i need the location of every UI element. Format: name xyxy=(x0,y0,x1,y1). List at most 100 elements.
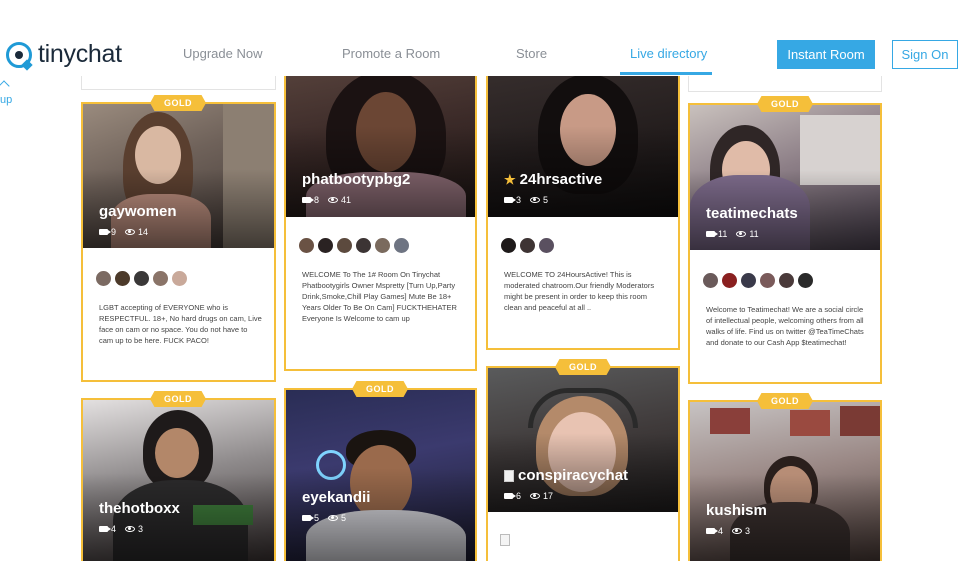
viewer-count: 11 xyxy=(749,229,759,239)
room-stats: 11 11 xyxy=(706,229,759,239)
eye-icon xyxy=(328,197,339,203)
room-thumbnail[interactable]: ★ 24hrsactive 3 5 xyxy=(488,52,678,217)
room-card-thehotboxx[interactable]: thehotboxx 4 3 xyxy=(81,398,276,561)
tinychat-logo[interactable]: tinychat xyxy=(6,40,122,69)
room-thumbnail[interactable]: teatimechats 11 11 xyxy=(690,105,880,250)
room-stats: 5 5 xyxy=(302,513,346,523)
eye-icon xyxy=(736,231,747,237)
viewer-count: 3 xyxy=(745,526,751,536)
active-tab-indicator xyxy=(620,72,712,75)
eye-icon xyxy=(732,528,743,534)
eye-icon xyxy=(328,515,339,521)
room-stats: 9 14 xyxy=(99,227,148,237)
viewer-count: 41 xyxy=(341,195,352,205)
avatar xyxy=(393,237,410,254)
gold-badge: GOLD xyxy=(150,95,206,111)
viewer-count: 5 xyxy=(543,195,549,205)
tinychat-logo-icon xyxy=(6,41,32,68)
room-stats: 3 5 xyxy=(504,195,548,205)
avatar xyxy=(721,272,738,289)
camera-icon xyxy=(99,526,111,532)
camera-icon xyxy=(504,197,516,203)
cam-count: 4 xyxy=(111,524,117,534)
eye-icon xyxy=(125,229,136,235)
avatar xyxy=(519,237,536,254)
nav-upgrade-now[interactable]: Upgrade Now xyxy=(183,46,263,61)
room-description: WELCOME TO 24HoursActive! This is modera… xyxy=(504,270,655,312)
room-name-text: 24hrsactive xyxy=(519,171,603,188)
camera-icon xyxy=(302,515,314,521)
cam-count: 4 xyxy=(718,526,724,536)
avatar xyxy=(133,270,150,287)
room-stats: 4 3 xyxy=(99,524,143,534)
avatar xyxy=(95,270,112,287)
room-thumbnail[interactable]: gaywomen 9 14 xyxy=(83,104,274,248)
avatar xyxy=(355,237,372,254)
avatar xyxy=(797,272,814,289)
room-card-phatbootypbg2[interactable]: phatbootypbg2 8 41 WELCOME To The 1# Roo… xyxy=(284,50,477,371)
avatar xyxy=(740,272,757,289)
room-thumbnail[interactable]: eyekandii 5 5 xyxy=(286,390,475,561)
room-description: LGBT accepting of EVERYONE who is RESPEC… xyxy=(99,303,262,345)
room-description: Welcome to Teatimechat! We are a social … xyxy=(706,305,864,347)
user-avatars xyxy=(500,237,557,254)
user-avatars xyxy=(298,237,412,254)
viewer-count: 5 xyxy=(341,513,347,523)
sidebar-up-label: up xyxy=(0,94,13,106)
room-thumbnail[interactable]: kushism 4 3 xyxy=(690,402,880,561)
camera-icon xyxy=(706,231,718,237)
viewer-count: 14 xyxy=(138,227,149,237)
nav-promote-a-room[interactable]: Promote a Room xyxy=(342,46,440,61)
avatar xyxy=(298,237,315,254)
broken-image-icon xyxy=(500,534,510,546)
room-name: phatbootypbg2 xyxy=(302,171,411,188)
viewer-count: 17 xyxy=(543,491,554,501)
avatar xyxy=(152,270,169,287)
avatar xyxy=(778,272,795,289)
cam-count: 6 xyxy=(516,491,522,501)
camera-icon xyxy=(99,229,111,235)
eye-icon xyxy=(530,197,541,203)
eye-icon xyxy=(125,526,136,532)
avatar xyxy=(317,237,334,254)
cam-count: 3 xyxy=(516,195,522,205)
room-thumbnail[interactable]: conspiracychat 6 17 xyxy=(488,368,678,512)
camera-icon xyxy=(504,493,516,499)
avatar xyxy=(374,237,391,254)
room-stats: 6 17 xyxy=(504,491,553,501)
room-card-kushism[interactable]: kushism 4 3 xyxy=(688,400,882,561)
room-thumbnail[interactable]: phatbootypbg2 8 41 xyxy=(286,52,475,217)
camera-icon xyxy=(302,197,314,203)
avatar xyxy=(702,272,719,289)
instant-room-button[interactable]: Instant Room xyxy=(777,40,875,69)
room-name: eyekandii xyxy=(302,489,371,506)
room-card-eyekandii[interactable]: eyekandii 5 5 xyxy=(284,388,477,561)
logo-text: tinychat xyxy=(38,40,122,68)
avatar xyxy=(538,237,555,254)
room-name: gaywomen xyxy=(99,203,177,220)
top-navigation-bar: tinychat Upgrade Now Promote a Room Stor… xyxy=(0,0,960,76)
cam-count: 9 xyxy=(111,227,117,237)
broken-image-icon xyxy=(504,469,514,482)
gold-badge: GOLD xyxy=(555,359,611,375)
avatar xyxy=(336,237,353,254)
sign-on-button[interactable]: Sign On xyxy=(892,40,958,69)
live-directory-page: tinychat Upgrade Now Promote a Room Stor… xyxy=(0,0,960,561)
room-card-conspiracychat[interactable]: conspiracychat 6 17 xyxy=(486,366,680,561)
gold-badge: GOLD xyxy=(757,96,813,112)
user-avatars xyxy=(702,272,816,289)
room-card-24hrsactive[interactable]: ★ 24hrsactive 3 5 WELCOME TO 24HoursActi… xyxy=(486,50,680,350)
room-card-teatimechats[interactable]: teatimechats 11 11 Welcome to Teatimecha… xyxy=(688,103,882,384)
eye-icon xyxy=(530,493,541,499)
room-stats: 8 41 xyxy=(302,195,351,205)
room-card-gaywomen[interactable]: gaywomen 9 14 LGBT accepting of EVERYONE… xyxy=(81,102,276,382)
room-description: WELCOME To The 1# Room On Tinychat Phatb… xyxy=(302,270,457,323)
room-name: kushism xyxy=(706,502,767,519)
cam-count: 11 xyxy=(718,229,728,239)
avatar xyxy=(171,270,188,287)
nav-store[interactable]: Store xyxy=(516,46,547,61)
camera-icon xyxy=(706,528,718,534)
avatar xyxy=(500,237,517,254)
nav-live-directory[interactable]: Live directory xyxy=(630,46,707,61)
room-thumbnail[interactable]: thehotboxx 4 3 xyxy=(83,400,274,561)
